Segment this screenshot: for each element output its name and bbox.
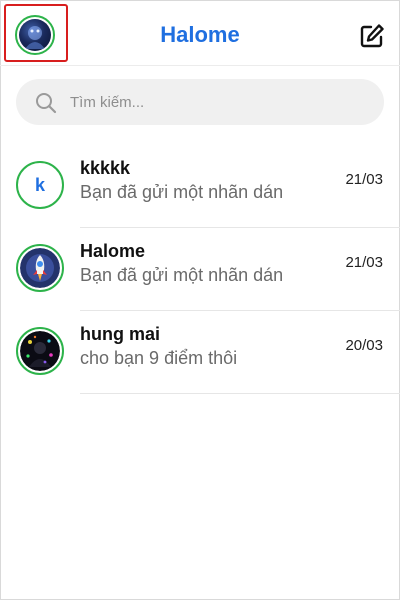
app-title: Halome: [160, 22, 240, 47]
conversation-preview: cho bạn 9 điểm thôi: [80, 348, 238, 368]
conversation-date: 21/03: [345, 254, 383, 271]
avatar: [16, 327, 64, 375]
conversation-item-hung-mai[interactable]: hung mai cho bạn 9 điểm thôi 20/03: [0, 312, 400, 394]
conversation-item-halome[interactable]: Halome Bạn đã gửi một nhãn dán 21/03: [0, 229, 400, 311]
conversation-preview: Bạn đã gửi một nhãn dán: [80, 265, 284, 285]
search-icon: [36, 93, 57, 114]
avatar: k: [16, 161, 64, 209]
divider: [80, 227, 400, 228]
conversation-preview: Bạn đã gửi một nhãn dán: [80, 182, 284, 202]
conversation-date: 21/03: [345, 171, 383, 188]
avatar: [16, 244, 64, 292]
compose-edit-icon: [360, 24, 384, 48]
conversation-name: kkkkk: [80, 158, 131, 178]
top-header: Halome: [0, 0, 400, 66]
conversation-name: Halome: [80, 241, 146, 261]
search-input[interactable]: [70, 79, 370, 125]
conversation-item-kkkkk[interactable]: k kkkkk Bạn đã gửi một nhãn dán 21/03: [0, 146, 400, 228]
search-bar[interactable]: [16, 79, 384, 125]
compose-button[interactable]: [358, 22, 386, 50]
rocket-icon: [20, 248, 60, 288]
divider: [80, 310, 400, 311]
conversation-date: 20/03: [345, 337, 383, 354]
photo-avatar-icon: [20, 331, 60, 371]
divider: [80, 393, 400, 394]
avatar-letter: k: [34, 174, 45, 195]
conversation-name: hung mai: [80, 324, 160, 344]
